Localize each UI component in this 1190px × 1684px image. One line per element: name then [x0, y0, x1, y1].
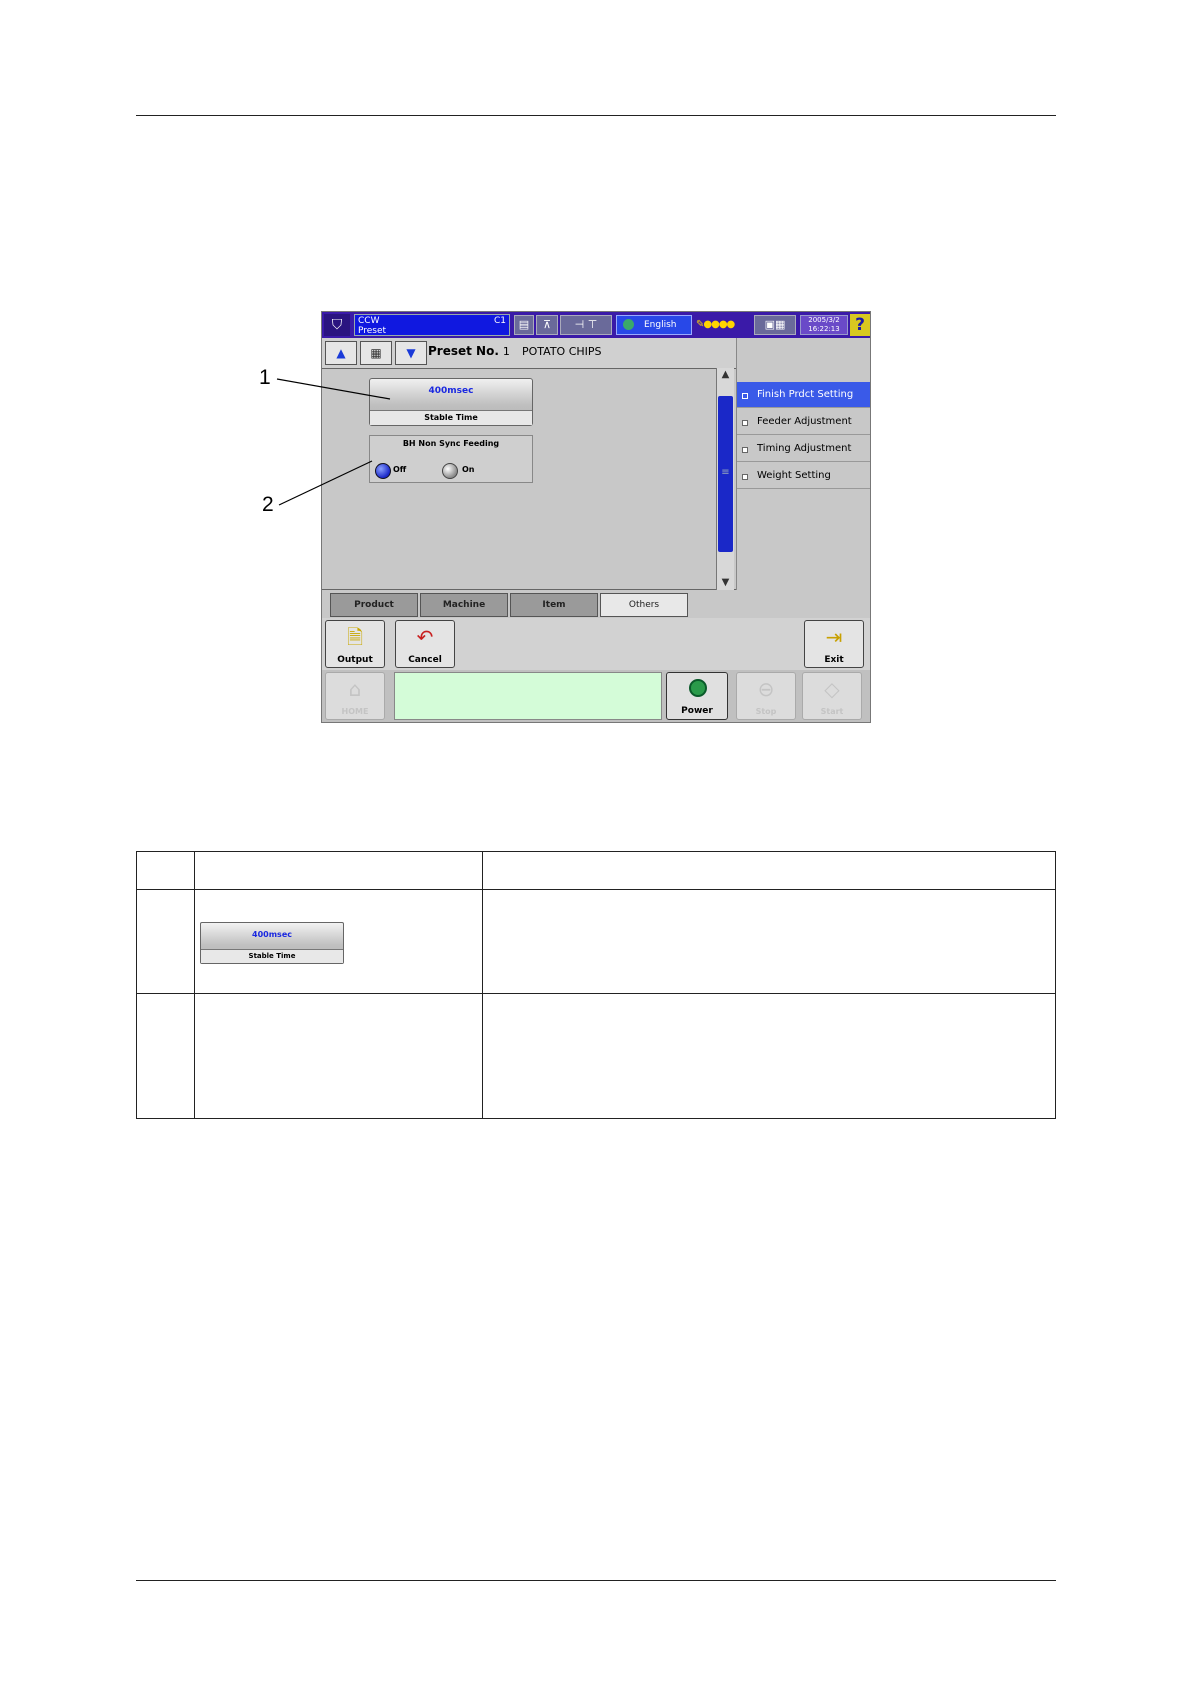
- date-label: 2005/3/2: [808, 316, 840, 324]
- language-label: English: [644, 320, 677, 330]
- tab-product[interactable]: Product: [330, 593, 418, 617]
- callout-leaders: [276, 378, 391, 506]
- side-item-label: Feeder Adjustment: [757, 416, 852, 427]
- bh-non-sync-title: BH Non Sync Feeding: [402, 439, 500, 448]
- side-menu: Finish Prdct Setting Feeder Adjustment T…: [736, 338, 870, 590]
- exit-button[interactable]: ⇥ Exit: [804, 620, 864, 668]
- start-label: Start: [820, 707, 844, 716]
- language-button[interactable]: English: [616, 315, 692, 335]
- document-icon[interactable]: ▤: [514, 315, 534, 335]
- message-area: [394, 672, 662, 720]
- status-dots-icon: ✎●●●●: [696, 315, 742, 335]
- cancel-label: Cancel: [408, 655, 442, 665]
- settings-area: 400msec Stable Time BH Non Sync Feeding …: [322, 368, 736, 590]
- side-item-label: Finish Prdct Setting: [757, 389, 854, 400]
- output-label: Output: [337, 655, 373, 665]
- scroll-up-icon[interactable]: ▲: [717, 368, 734, 382]
- stop-button[interactable]: ⊖ Stop: [736, 672, 796, 720]
- callout-1: 1: [259, 366, 271, 389]
- header-rule: [136, 115, 1056, 116]
- time-label: 16:22:13: [808, 325, 840, 333]
- scroll-grip-icon: ≡: [721, 467, 730, 478]
- mode-title: CCW Preset C1: [354, 314, 510, 336]
- table-col-divider: [482, 852, 483, 1118]
- calculator-icon[interactable]: ▦: [360, 341, 392, 365]
- ui-screenshot: ⛉ CCW Preset C1 ▤ ⊼ ⊣ ⊤ English ✎●●●● ▣▦…: [321, 311, 871, 723]
- stable-time-value: 400msec: [428, 386, 474, 396]
- callout-2: 2: [262, 493, 274, 516]
- tools-icon[interactable]: ⊣ ⊤: [560, 315, 612, 335]
- home-button[interactable]: ⌂ HOME: [325, 672, 385, 720]
- preset-nav: ▲ ▦ ▼ Preset No. 1 POTATO CHIPS: [322, 338, 736, 368]
- stable-time-label: Stable Time: [370, 410, 532, 425]
- radio-off-label: Off: [393, 465, 407, 474]
- table-col-divider: [194, 852, 195, 1118]
- radio-on-label: On: [462, 465, 475, 474]
- reference-table: 400msec Stable Time: [136, 851, 1056, 1119]
- start-button[interactable]: ◇ Start: [802, 672, 862, 720]
- antenna-icon[interactable]: ⊼: [536, 315, 558, 335]
- footer-rule: [136, 1580, 1056, 1581]
- arrow-up-icon[interactable]: ▲: [325, 341, 357, 365]
- stable-time-button[interactable]: 400msec Stable Time: [369, 378, 533, 426]
- preset-text: Preset No.: [428, 344, 499, 358]
- preset-number: 1: [502, 345, 510, 358]
- mode-line-2: Preset: [358, 326, 387, 336]
- side-item-label: Timing Adjustment: [757, 443, 852, 454]
- tab-machine[interactable]: Machine: [420, 593, 508, 617]
- product-name: POTATO CHIPS: [522, 345, 602, 358]
- printer-icon: 🗎: [346, 625, 364, 649]
- side-item-timing-adjustment[interactable]: Timing Adjustment: [737, 436, 870, 462]
- stop-label: Stop: [755, 707, 777, 716]
- table-row-divider: [137, 993, 1055, 994]
- tab-bar: Product Machine Item Others: [322, 590, 870, 618]
- home-label: HOME: [341, 707, 369, 716]
- arrow-down-icon[interactable]: ▼: [395, 341, 427, 365]
- top-bar: ⛉ CCW Preset C1 ▤ ⊼ ⊣ ⊤ English ✎●●●● ▣▦…: [322, 312, 870, 338]
- side-item-weight-setting[interactable]: Weight Setting: [737, 463, 870, 489]
- radio-off[interactable]: [375, 463, 391, 479]
- power-label: Power: [681, 706, 713, 716]
- bullet-icon: [742, 393, 748, 399]
- tab-item[interactable]: Item: [510, 593, 598, 617]
- exit-label: Exit: [824, 655, 844, 665]
- table-stable-time-label: Stable Time: [201, 949, 343, 963]
- table-stable-time-value: 400msec: [252, 930, 292, 939]
- datetime: 2005/3/2 16:22:13: [800, 315, 848, 335]
- side-item-feeder-adjustment[interactable]: Feeder Adjustment: [737, 409, 870, 435]
- start-icon: ◇: [824, 677, 840, 701]
- bullet-icon: [742, 474, 748, 480]
- side-item-finish-prdct-setting[interactable]: Finish Prdct Setting: [737, 382, 870, 408]
- bottom-bar: ⌂ HOME Power ⊖ Stop ◇ Start: [322, 670, 870, 722]
- help-icon[interactable]: ?: [850, 314, 870, 336]
- output-button[interactable]: 🗎 Output: [325, 620, 385, 668]
- mode-code: C1: [493, 316, 506, 326]
- cancel-button[interactable]: ↶ Cancel: [395, 620, 455, 668]
- scrollbar[interactable]: ▲ ≡ ▼: [716, 368, 734, 590]
- scroll-down-icon[interactable]: ▼: [717, 576, 734, 590]
- power-icon: [689, 679, 707, 697]
- side-item-label: Weight Setting: [757, 470, 831, 481]
- bh-non-sync-group: BH Non Sync Feeding Off On: [369, 435, 533, 483]
- monitor-icon[interactable]: ▣▦: [754, 315, 796, 335]
- radio-on[interactable]: [442, 463, 458, 479]
- exit-door-icon: ⇥: [825, 625, 843, 649]
- mode-line-1: CCW: [358, 316, 380, 326]
- action-bar: 🗎 Output ↶ Cancel ⇥ Exit: [322, 618, 870, 670]
- preset-label: Preset No. 1: [428, 344, 510, 358]
- stop-icon: ⊖: [757, 677, 775, 701]
- power-button[interactable]: Power: [666, 672, 728, 720]
- logo-icon: ⛉: [324, 314, 350, 336]
- tab-others[interactable]: Others: [600, 593, 688, 617]
- bullet-icon: [742, 420, 748, 426]
- bullet-icon: [742, 447, 748, 453]
- undo-icon: ↶: [416, 625, 434, 649]
- globe-icon: [623, 319, 634, 330]
- table-stable-time-image: 400msec Stable Time: [200, 922, 344, 964]
- table-row-divider: [137, 889, 1055, 890]
- home-icon: ⌂: [348, 677, 362, 701]
